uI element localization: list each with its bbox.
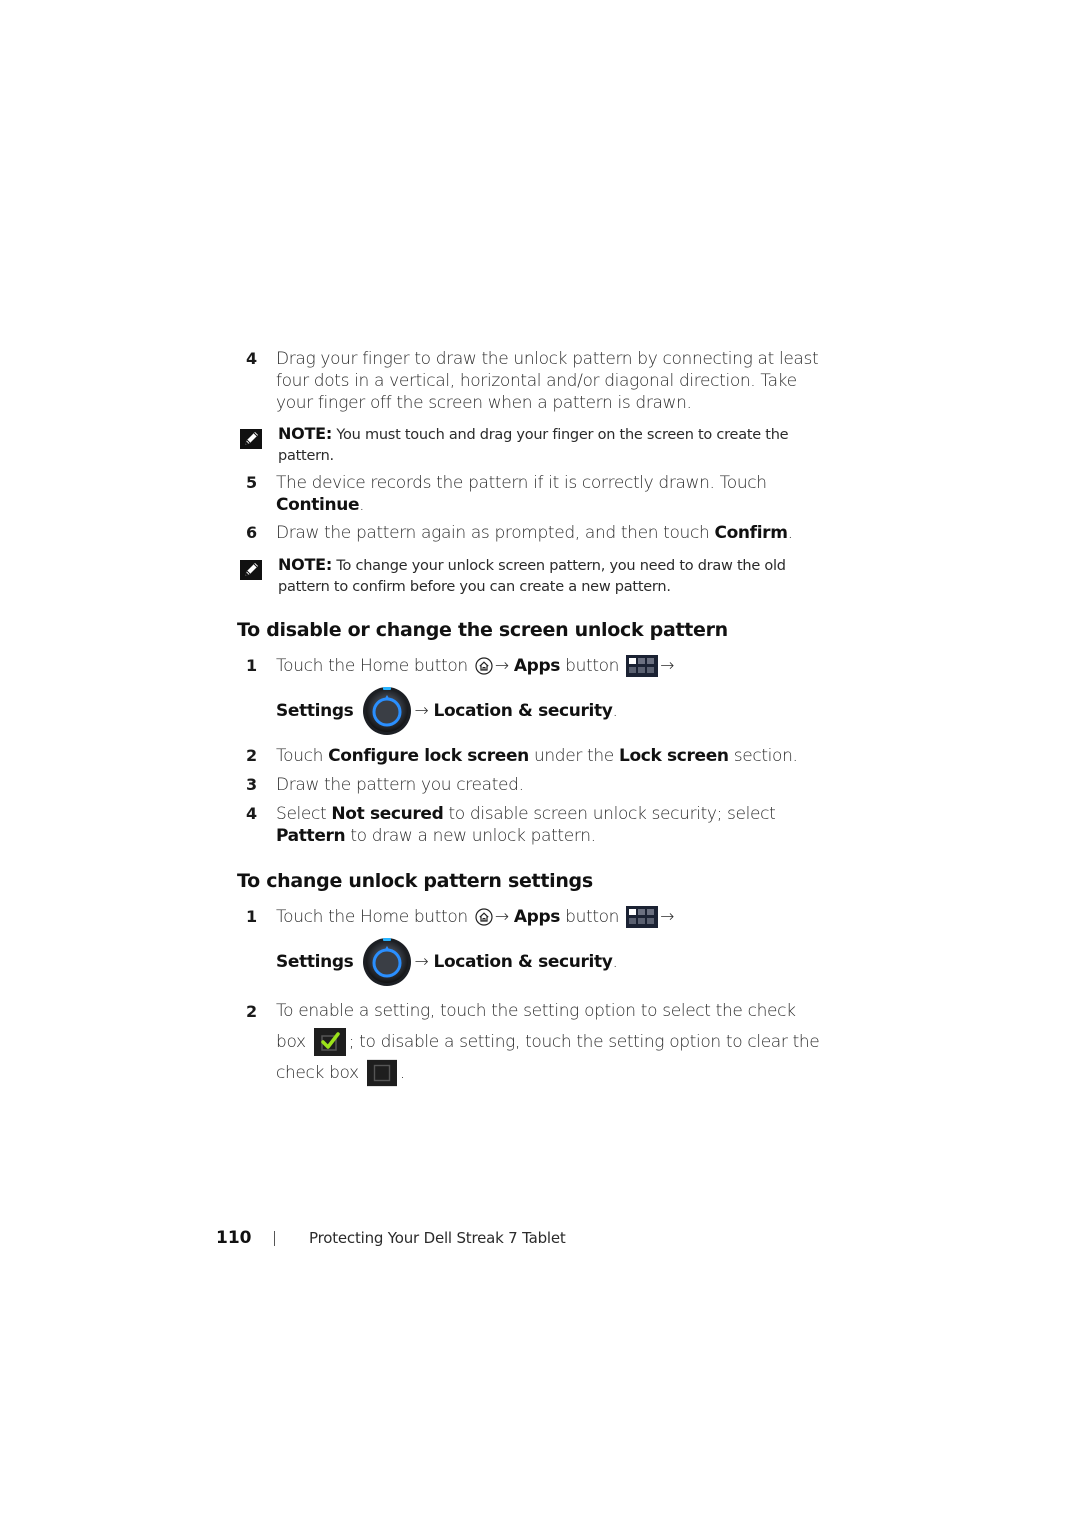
location-security-term: Location & security	[433, 952, 613, 972]
manual-page: 4 Drag your finger to draw the unlock pa…	[0, 0, 1080, 1528]
settings-knob-icon	[362, 938, 411, 986]
step-text: Touch the Home button	[276, 656, 473, 676]
step-number: 1	[246, 907, 258, 926]
apps-term: Apps	[513, 907, 561, 927]
home-button-icon	[475, 657, 493, 675]
punctuation: .	[612, 701, 618, 721]
disable-step-1: 1 Touch the Home button → Apps button →	[246, 655, 826, 677]
step-text: Select	[276, 804, 332, 824]
step-5-records-pattern: 5 The device records the pattern if it i…	[246, 472, 826, 516]
note-pencil-icon	[240, 560, 262, 580]
punctuation: .	[359, 495, 365, 515]
punctuation: .	[612, 952, 618, 972]
step-number: 2	[246, 746, 258, 765]
step-number: 4	[246, 349, 258, 368]
settings-term: Settings	[276, 952, 354, 972]
settings-knob-icon	[362, 687, 411, 735]
disable-step-3: 3 Draw the pattern you created.	[246, 774, 826, 796]
step-text: to draw a new unlock pattern.	[345, 826, 596, 846]
footer-chapter-title: Protecting Your Dell Streak 7 Tablet	[309, 1229, 566, 1247]
step-text: button	[560, 907, 625, 927]
note-touch-drag: NOTE: You must touch and drag your finge…	[240, 423, 830, 467]
configure-lock-screen-term: Configure lock screen	[328, 746, 529, 766]
disable-step-1-settings-line: Settings → Location & security.	[246, 686, 826, 736]
note-pencil-icon	[240, 429, 262, 449]
change-step-1-settings-line: Settings → Location & security.	[246, 937, 826, 987]
confirm-term: Confirm	[714, 523, 788, 543]
home-button-icon	[475, 908, 493, 926]
lock-screen-term: Lock screen	[618, 746, 729, 766]
section-heading-disable: To disable or change the screen unlock p…	[237, 619, 728, 641]
pattern-term: Pattern	[276, 826, 346, 846]
step-text: under the	[528, 746, 619, 766]
step-text: Draw the pattern again as prompted, and …	[276, 523, 715, 543]
arrow: →	[414, 952, 429, 972]
disable-step-4: 4 Select Not secured to disable screen u…	[246, 803, 826, 847]
note-text: To change your unlock screen pattern, yo…	[278, 558, 786, 595]
arrow: →	[660, 656, 675, 676]
step-number: 5	[246, 473, 258, 492]
note-change-pattern: NOTE: To change your unlock screen patte…	[240, 554, 830, 598]
continue-term: Continue	[276, 495, 360, 515]
step-text: Touch	[276, 746, 329, 766]
step-text: button	[560, 656, 625, 676]
arrow: →	[494, 907, 509, 927]
step-number: 4	[246, 804, 258, 823]
change-step-1: 1 Touch the Home button → Apps button →	[246, 906, 826, 928]
step-number: 2	[246, 1002, 258, 1021]
arrow: →	[660, 907, 675, 927]
step-number: 3	[246, 775, 258, 794]
footer-divider	[274, 1231, 275, 1246]
step-6-draw-again: 6 Draw the pattern again as prompted, an…	[246, 522, 826, 544]
checkbox-empty-icon	[366, 1059, 397, 1087]
step-text: Draw the pattern you created.	[276, 775, 524, 795]
punctuation: .	[399, 1063, 405, 1083]
apps-grid-icon	[626, 906, 659, 928]
page-number: 110	[216, 1228, 252, 1248]
not-secured-term: Not secured	[331, 804, 444, 824]
location-security-term: Location & security	[433, 701, 613, 721]
arrow: →	[494, 656, 509, 676]
checkbox-checked-icon	[313, 1028, 346, 1056]
punctuation: .	[787, 523, 793, 543]
step-number: 1	[246, 656, 258, 675]
step-text: ; to disable a setting, touch the settin…	[276, 1032, 820, 1083]
arrow: →	[414, 701, 429, 721]
note-label: NOTE:	[278, 555, 332, 574]
settings-term: Settings	[276, 701, 354, 721]
disable-step-2: 2 Touch Configure lock screen under the …	[246, 745, 826, 767]
apps-grid-icon	[626, 655, 659, 677]
step-4-draw-pattern: 4 Drag your finger to draw the unlock pa…	[246, 348, 826, 414]
step-number: 6	[246, 523, 258, 542]
note-text: You must touch and drag your finger on t…	[278, 427, 789, 464]
note-label: NOTE:	[278, 424, 332, 443]
change-step-2: 2 To enable a setting, touch the setting…	[246, 996, 826, 1089]
step-text: The device records the pattern if it is …	[276, 473, 767, 493]
step-text: Drag your finger to draw the unlock patt…	[276, 349, 819, 413]
step-text: section.	[728, 746, 798, 766]
apps-term: Apps	[513, 656, 561, 676]
section-heading-change: To change unlock pattern settings	[237, 870, 593, 892]
step-text: to disable screen unlock security; selec…	[443, 804, 776, 824]
step-text: Touch the Home button	[276, 907, 473, 927]
